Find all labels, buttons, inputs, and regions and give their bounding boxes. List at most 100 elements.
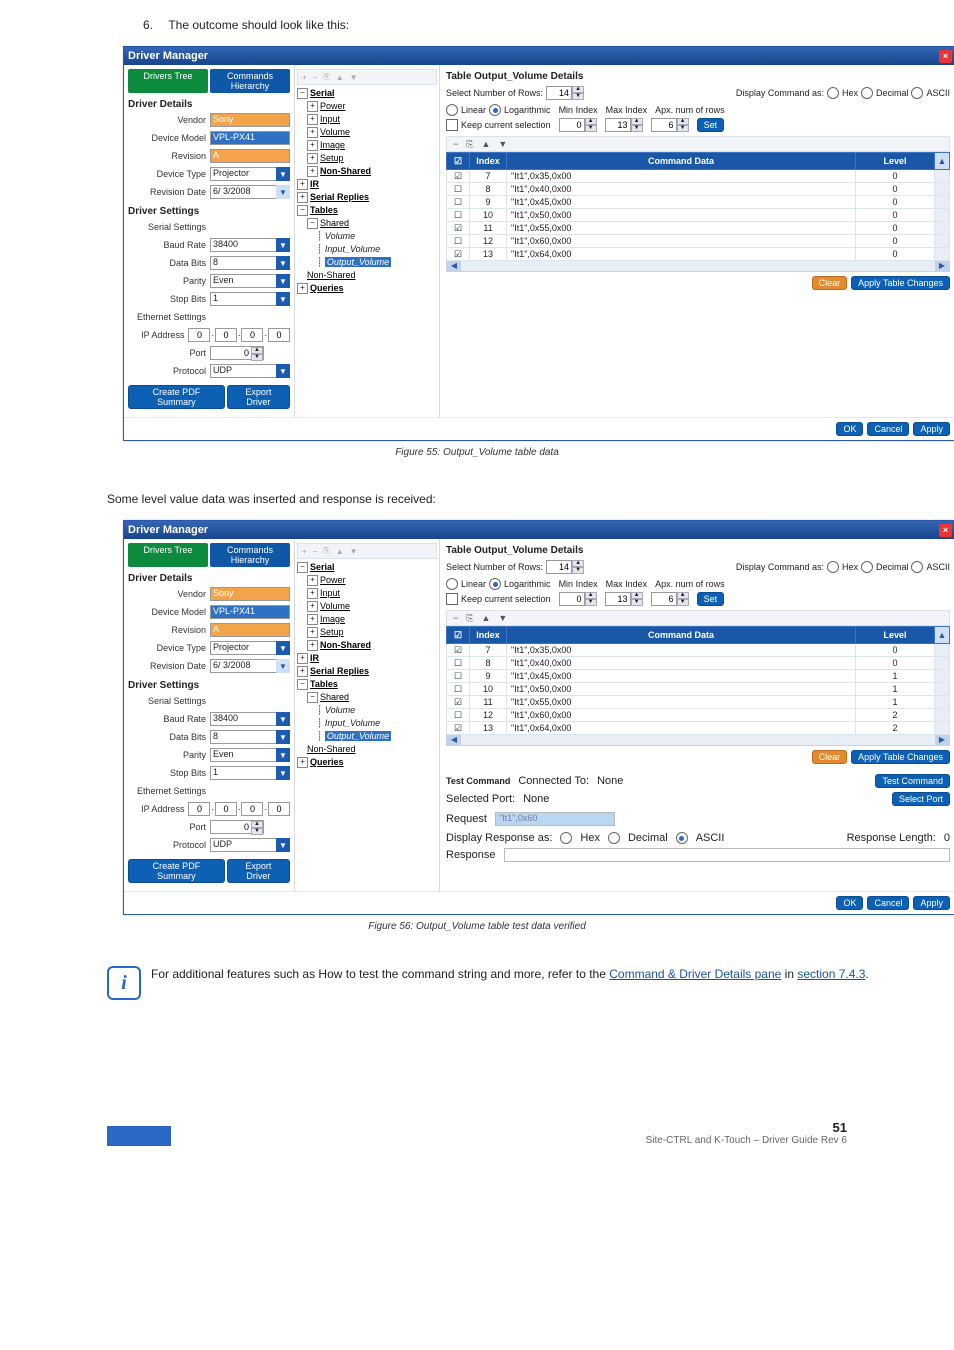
spinner-icon[interactable]: ▲▼ (251, 347, 263, 359)
table-row[interactable]: ☑7"It1",0x35,0x000 (447, 644, 950, 657)
table-row[interactable]: ☐12"It1",0x60,0x002 (447, 709, 950, 722)
min-index-field[interactable] (559, 118, 585, 132)
command-grid[interactable]: ☑ Index Command Data Level ▲ ☑7"It1",0x3… (446, 152, 950, 261)
table-row[interactable]: ☑11"It1",0x55,0x000 (447, 222, 950, 235)
select-port-button[interactable]: Select Port (892, 792, 950, 806)
max-index-field[interactable] (605, 592, 631, 606)
tab-commands-hierarchy[interactable]: Commands Hierarchy (210, 69, 290, 93)
table-row[interactable]: ☐8"It1",0x40,0x000 (447, 657, 950, 670)
dialog-titlebar[interactable]: Driver Manager × (124, 521, 954, 539)
select-rows-field[interactable] (546, 560, 572, 574)
ip-seg-3[interactable] (241, 328, 263, 342)
chevron-down-icon[interactable]: ▼ (276, 730, 290, 744)
model-field[interactable]: VPL-PX41 (210, 605, 290, 619)
clear-button[interactable]: Clear (812, 750, 848, 764)
model-field[interactable]: VPL-PX41 (210, 131, 290, 145)
request-field[interactable]: "It1",0x60 (495, 812, 615, 826)
apx-rows-field[interactable] (651, 592, 677, 606)
radio-ascii[interactable] (911, 87, 923, 99)
col-index[interactable]: Index (470, 153, 507, 170)
command-tree[interactable]: −Serial +Power +Input +Volume +Image +Se… (297, 561, 437, 769)
table-row[interactable]: ☐9"It1",0x45,0x000 (447, 196, 950, 209)
table-row[interactable]: ☑13"It1",0x64,0x000 (447, 248, 950, 261)
ip-seg-1[interactable] (188, 328, 210, 342)
cancel-button[interactable]: Cancel (867, 422, 909, 436)
apply-button[interactable]: Apply (913, 896, 950, 910)
table-row[interactable]: ☐10"It1",0x50,0x001 (447, 683, 950, 696)
chevron-down-icon[interactable]: ▼ (276, 748, 290, 762)
ok-button[interactable]: OK (836, 896, 863, 910)
ip-field[interactable]: . . . (188, 802, 290, 816)
close-icon[interactable]: × (939, 524, 952, 537)
apply-table-button[interactable]: Apply Table Changes (851, 276, 950, 290)
note-link-2[interactable]: section 7.4.3 (797, 967, 865, 981)
chevron-down-icon[interactable]: ▼ (276, 274, 290, 288)
radio-resp-ascii[interactable] (676, 832, 688, 844)
table-row[interactable]: ☐10"It1",0x50,0x000 (447, 209, 950, 222)
export-driver-button[interactable]: Export Driver (227, 859, 290, 883)
select-rows-field[interactable] (546, 86, 572, 100)
chevron-down-icon[interactable]: ▼ (276, 766, 290, 780)
radio-hex[interactable] (827, 561, 839, 573)
tab-drivers-tree[interactable]: Drivers Tree (128, 69, 208, 93)
tab-commands-hierarchy[interactable]: Commands Hierarchy (210, 543, 290, 567)
chevron-down-icon[interactable]: ▼ (276, 712, 290, 726)
export-driver-button[interactable]: Export Driver (227, 385, 290, 409)
apx-rows-field[interactable] (651, 118, 677, 132)
keep-selection-checkbox[interactable] (446, 593, 458, 605)
radio-linear[interactable] (446, 578, 458, 590)
tree-node-output-volume[interactable]: Output_Volume (325, 257, 391, 267)
radio-decimal[interactable] (861, 87, 873, 99)
radio-decimal[interactable] (861, 561, 873, 573)
note-link-1[interactable]: Command & Driver Details pane (609, 967, 781, 981)
table-row[interactable]: ☑13"It1",0x64,0x002 (447, 722, 950, 735)
date-drop-icon[interactable]: ▼ (276, 659, 290, 673)
create-pdf-button[interactable]: Create PDF Summary (128, 385, 225, 409)
keep-selection-checkbox[interactable] (446, 119, 458, 131)
chevron-down-icon[interactable]: ▼ (276, 256, 290, 270)
chevron-down-icon[interactable]: ▼ (276, 838, 290, 852)
chevron-down-icon[interactable]: ▼ (276, 167, 290, 181)
max-index-field[interactable] (605, 118, 631, 132)
chevron-down-icon[interactable]: ▼ (276, 238, 290, 252)
test-command-button[interactable]: Test Command (875, 774, 950, 788)
tab-drivers-tree[interactable]: Drivers Tree (128, 543, 208, 567)
horizontal-scrollbar[interactable]: ◀▶ (446, 735, 950, 746)
close-icon[interactable]: × (939, 50, 952, 63)
ip-seg-4[interactable] (268, 328, 290, 342)
apply-button[interactable]: Apply (913, 422, 950, 436)
set-button[interactable]: Set (697, 592, 725, 606)
clear-button[interactable]: Clear (812, 276, 848, 290)
revision-field[interactable]: A (210, 149, 290, 163)
table-row[interactable]: ☑7"It1",0x35,0x000 (447, 170, 950, 183)
chevron-down-icon[interactable]: ▼ (276, 641, 290, 655)
create-pdf-button[interactable]: Create PDF Summary (128, 859, 225, 883)
radio-ascii[interactable] (911, 561, 923, 573)
min-index-field[interactable] (559, 592, 585, 606)
table-row[interactable]: ☐9"It1",0x45,0x001 (447, 670, 950, 683)
dialog-titlebar[interactable]: Driver Manager × (124, 47, 954, 65)
col-level[interactable]: Level (856, 153, 935, 170)
radio-logarithmic[interactable] (489, 104, 501, 116)
table-row[interactable]: ☐12"It1",0x60,0x000 (447, 235, 950, 248)
ip-field[interactable]: . . . (188, 328, 290, 342)
radio-logarithmic[interactable] (489, 578, 501, 590)
tree-node-output-volume[interactable]: Output_Volume (325, 731, 391, 741)
response-field[interactable] (504, 848, 950, 862)
spinner-icon[interactable]: ▲▼ (251, 821, 263, 833)
table-row[interactable]: ☑11"It1",0x55,0x001 (447, 696, 950, 709)
vendor-field[interactable]: Sony (210, 587, 290, 601)
radio-resp-hex[interactable] (560, 832, 572, 844)
date-drop-icon[interactable]: ▼ (276, 185, 290, 199)
table-row[interactable]: ☐8"It1",0x40,0x000 (447, 183, 950, 196)
set-button[interactable]: Set (697, 118, 725, 132)
ip-seg-2[interactable] (215, 328, 237, 342)
radio-linear[interactable] (446, 104, 458, 116)
cancel-button[interactable]: Cancel (867, 896, 909, 910)
apply-table-button[interactable]: Apply Table Changes (851, 750, 950, 764)
chevron-down-icon[interactable]: ▼ (276, 292, 290, 306)
col-command-data[interactable]: Command Data (507, 153, 856, 170)
command-grid[interactable]: ☑ Index Command Data Level ▲ ☑7"It1",0x3… (446, 626, 950, 735)
ok-button[interactable]: OK (836, 422, 863, 436)
command-tree[interactable]: −Serial +Power +Input +Volume +Image +Se… (297, 87, 437, 295)
